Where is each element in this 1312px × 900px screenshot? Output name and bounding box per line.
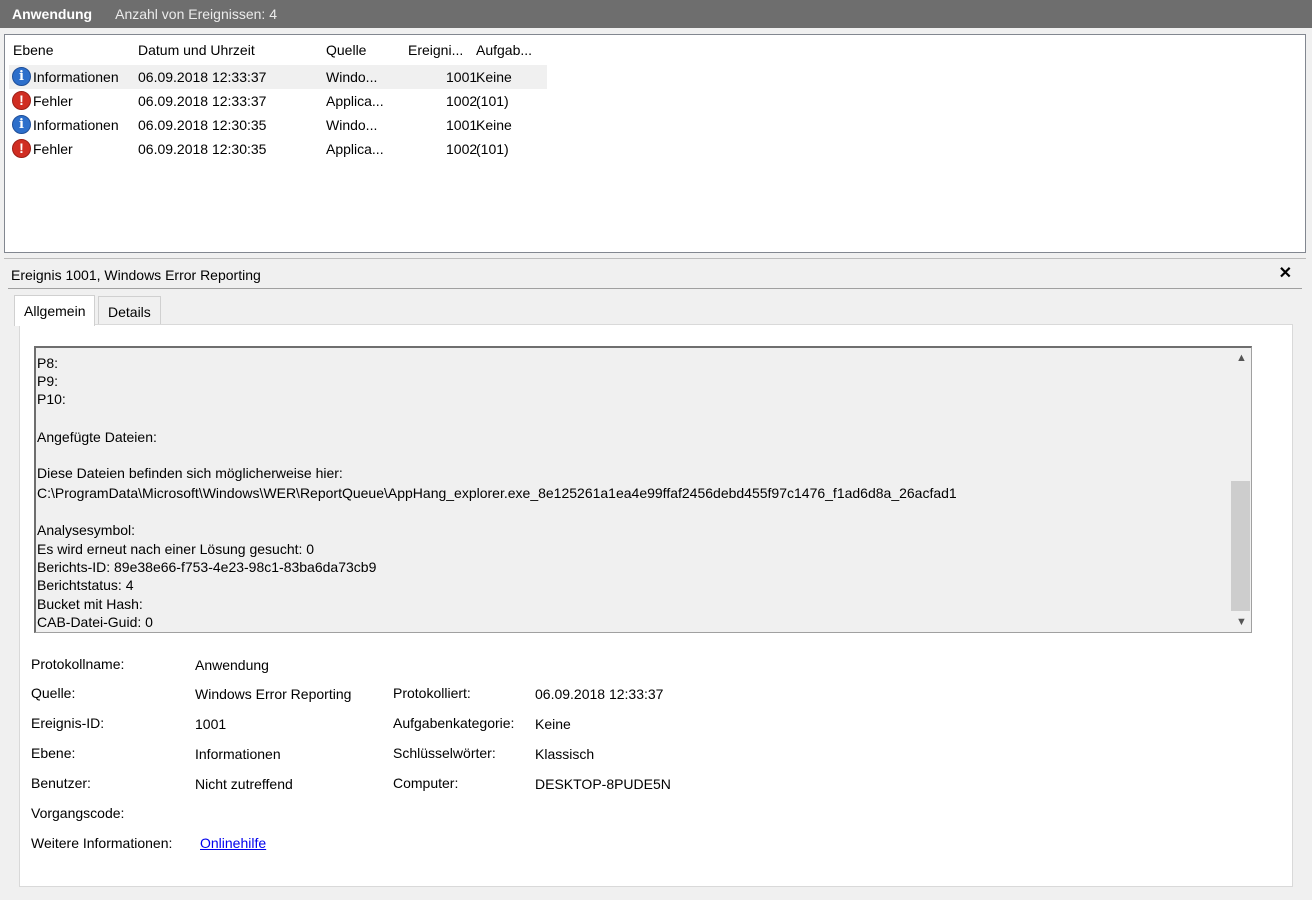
description-line: Berichts-ID: 89e38e66-f753-4e23-98c1-83b… [37,559,377,575]
description-line: P8: [37,355,59,371]
value-protokolliert: 06.09.2018 12:33:37 [535,686,664,702]
event-description-textbox[interactable]: P8: P9: P10: Angefügte Dateien: Diese Da… [34,346,1252,633]
error-icon: ! [12,91,31,110]
column-header-event-id[interactable]: Ereigni... [408,42,463,58]
row-level: Fehler [33,141,73,157]
row-event-id: 1001 [446,117,478,133]
row-datetime: 06.09.2018 12:33:37 [138,69,267,85]
value-protokollname: Anwendung [195,657,269,673]
row-source: Applica... [326,93,384,109]
label-aufgabenkategorie: Aufgabenkategorie: [393,715,515,731]
vertical-scrollbar[interactable]: ▲ ▼ [1230,348,1251,632]
label-computer: Computer: [393,775,459,791]
row-level: Informationen [33,117,119,133]
value-ereignis-id: 1001 [195,716,227,732]
scroll-down-icon[interactable]: ▼ [1236,616,1247,628]
event-list[interactable]: Ebene Datum und Uhrzeit Quelle Ereigni..… [4,34,1306,253]
row-level: Fehler [33,93,73,109]
tab-details[interactable]: Details [98,296,161,325]
label-protokolliert: Protokolliert: [393,685,471,701]
log-name: Anwendung [12,6,93,22]
row-source: Applica... [326,141,384,157]
onlinehilfe-link[interactable]: Onlinehilfe [200,835,266,851]
description-line: P9: [37,373,59,389]
description-line: Bucket mit Hash: [37,596,143,612]
label-vorgangscode: Vorgangscode: [31,805,125,821]
description-line: C:\ProgramData\Microsoft\Windows\WER\Rep… [37,485,957,501]
table-row[interactable]: i Informationen 06.09.2018 12:30:35 Wind… [9,113,547,137]
info-icon: i [12,67,31,86]
description-line: P10: [37,391,66,407]
row-datetime: 06.09.2018 12:33:37 [138,93,267,109]
row-task: Keine [476,69,512,85]
row-level: Informationen [33,69,119,85]
description-line: CAB-Datei-Guid: 0 [37,614,153,630]
value-quelle: Windows Error Reporting [195,686,352,702]
title-bar: Anwendung Anzahl von Ereignissen: 4 [0,0,1312,28]
divider [8,288,1302,289]
column-header-task[interactable]: Aufgab... [476,42,532,58]
scroll-up-icon[interactable]: ▲ [1236,352,1247,364]
row-datetime: 06.09.2018 12:30:35 [138,141,267,157]
label-quelle: Quelle: [31,685,76,701]
error-icon: ! [12,139,31,158]
label-ebene: Ebene: [31,745,76,761]
row-task: (101) [476,141,509,157]
table-row[interactable]: ! Fehler 06.09.2018 12:30:35 Applica... … [9,137,547,161]
label-benutzer: Benutzer: [31,775,91,791]
label-ereignis-id: Ereignis-ID: [31,715,105,731]
event-count: Anzahl von Ereignissen: 4 [115,6,277,22]
info-icon: i [12,115,31,134]
row-source: Windo... [326,69,378,85]
value-schluesselwoerter: Klassisch [535,746,595,762]
row-event-id: 1001 [446,69,478,85]
column-header-source[interactable]: Quelle [326,42,366,58]
label-protokollname: Protokollname: [31,656,125,672]
row-event-id: 1002 [446,141,478,157]
close-icon[interactable]: ✕ [1279,263,1292,283]
label-weitere-informationen: Weitere Informationen: [31,835,173,851]
description-line: Es wird erneut nach einer Lösung gesucht… [37,541,315,557]
description-line: Berichtstatus: 4 [37,577,134,593]
tab-allgemein[interactable]: Allgemein [14,295,96,326]
scroll-thumb[interactable] [1231,481,1250,611]
value-aufgabenkategorie: Keine [535,716,571,732]
column-header-level[interactable]: Ebene [13,42,53,58]
table-row[interactable]: i Informationen 06.09.2018 12:33:37 Wind… [9,65,547,89]
row-source: Windo... [326,117,378,133]
value-ebene: Informationen [195,746,281,762]
description-line: Analysesymbol: [37,522,136,538]
row-datetime: 06.09.2018 12:30:35 [138,117,267,133]
row-task: (101) [476,93,509,109]
description-line: Diese Dateien befinden sich möglicherwei… [37,465,343,481]
value-benutzer: Nicht zutreffend [195,776,293,792]
label-schluesselwoerter: Schlüsselwörter: [393,745,496,761]
column-header-datetime[interactable]: Datum und Uhrzeit [138,42,255,58]
row-task: Keine [476,117,512,133]
row-event-id: 1002 [446,93,478,109]
value-computer: DESKTOP-8PUDE5N [535,776,671,792]
list-header: Ebene Datum und Uhrzeit Quelle Ereigni..… [5,35,545,65]
table-row[interactable]: ! Fehler 06.09.2018 12:33:37 Applica... … [9,89,547,113]
detail-title: Ereignis 1001, Windows Error Reporting [11,267,261,283]
description-line: Angefügte Dateien: [37,429,157,445]
